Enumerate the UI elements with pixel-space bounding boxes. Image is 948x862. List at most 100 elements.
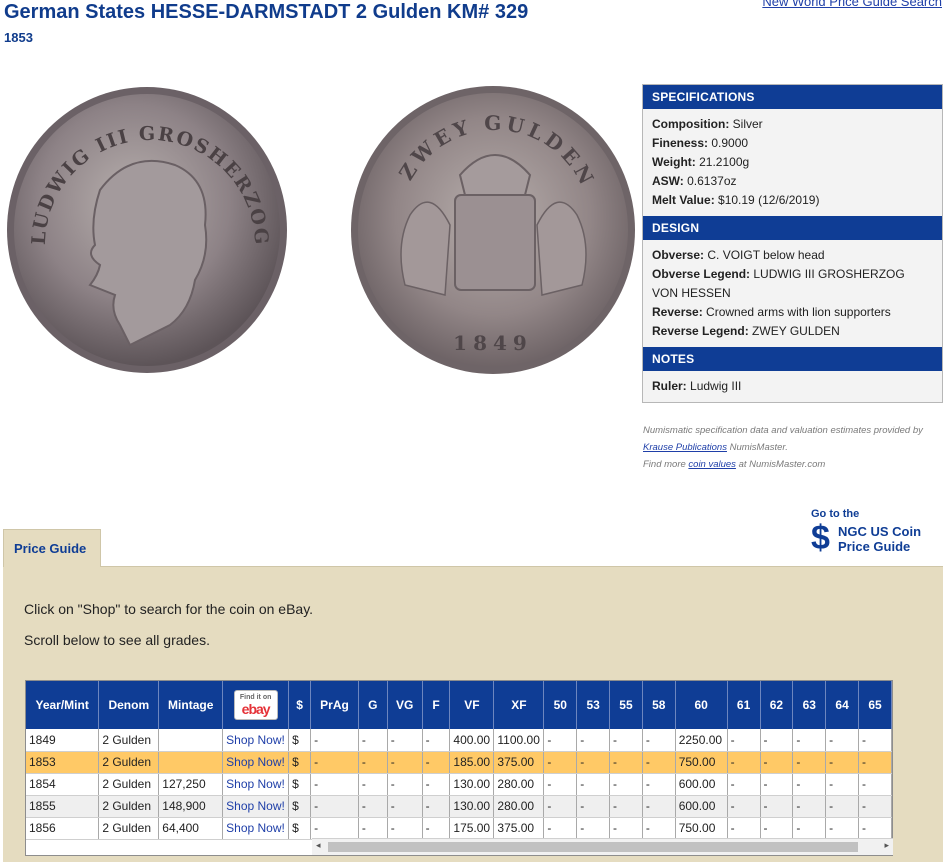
- spec-value: $10.19 (12/6/2019): [718, 193, 820, 207]
- table-cell: 175.00: [449, 817, 495, 840]
- table-cell: $: [288, 773, 312, 796]
- scroll-left-arrow-icon[interactable]: ◂: [316, 840, 321, 851]
- table-cell: 148,900: [158, 795, 224, 818]
- spec-row: Fineness: 0.9000: [652, 134, 933, 153]
- table-cell: -: [642, 729, 676, 752]
- ngc-price-guide-link[interactable]: Go to the $ NGC US Coin Price Guide: [811, 508, 921, 557]
- spec-label: Weight:: [652, 155, 696, 169]
- table-cell: -: [543, 817, 578, 840]
- notes-heading: NOTES: [643, 347, 942, 371]
- numismaster-text: NumisMaster.: [726, 442, 788, 453]
- scrollbar-thumb[interactable]: [328, 842, 858, 852]
- price-table-container[interactable]: Year/Mint Denom Mintage Find it on ebay $ PrAg…: [25, 680, 893, 856]
- coin-year: 1853: [4, 30, 33, 45]
- table-cell: -: [576, 751, 611, 774]
- table-cell: 2250.00: [675, 729, 728, 752]
- table-cell: -: [576, 795, 611, 818]
- table-cell: 280.00: [493, 795, 545, 818]
- col-header: 53: [576, 681, 611, 729]
- table-cell: -: [727, 751, 761, 774]
- table-cell: 64,400: [158, 817, 224, 840]
- table-cell: -: [422, 773, 451, 796]
- table-cell: 750.00: [675, 751, 728, 774]
- spec-row: Composition: Silver: [652, 115, 933, 134]
- spec-label: ASW:: [652, 174, 684, 188]
- design-body: Obverse: C. VOIGT below head Obverse Lege…: [643, 240, 942, 347]
- col-header: Denom: [98, 681, 160, 729]
- table-row: 1855 2 Gulden 148,900 Shop Now! $ - - - -130.00 2…: [26, 795, 892, 818]
- design-label: Reverse Legend:: [652, 324, 749, 338]
- design-label: Reverse:: [652, 305, 703, 319]
- scroll-right-arrow-icon[interactable]: ▸: [884, 840, 889, 851]
- design-row: Reverse Legend: ZWEY GULDEN: [652, 322, 933, 341]
- shop-now-link[interactable]: Shop Now!: [222, 817, 290, 840]
- table-cell: -: [642, 817, 676, 840]
- krause-publications-link[interactable]: Krause Publications: [643, 442, 727, 453]
- col-header: VF: [449, 681, 495, 729]
- table-cell: -: [792, 795, 827, 818]
- col-header: $: [288, 681, 312, 729]
- coin-obverse-image[interactable]: LUDWIG III GROSHERZOG VON HESSEN: [5, 85, 289, 375]
- table-cell: 375.00: [493, 751, 545, 774]
- table-cell: 1856: [26, 817, 100, 840]
- spec-label: Composition:: [652, 117, 730, 131]
- table-cell: [158, 729, 224, 752]
- col-header: VG: [387, 681, 423, 729]
- table-cell: -: [358, 817, 388, 840]
- table-cell: -: [576, 817, 611, 840]
- spec-value: 0.9000: [711, 136, 749, 150]
- table-row: 1849 2 Gulden Shop Now! $ - - - -400.00 1100.00-…: [26, 729, 892, 752]
- table-cell: 127,250: [158, 773, 224, 796]
- data-credit: Numismatic specification data and valuat…: [643, 422, 943, 473]
- table-cell: 130.00: [449, 795, 495, 818]
- specifications-panel: SPECIFICATIONS Composition: Silver Finene…: [642, 84, 943, 403]
- table-cell: -: [609, 773, 643, 796]
- shop-now-link[interactable]: Shop Now!: [222, 751, 290, 774]
- table-cell: $: [288, 795, 312, 818]
- shop-now-link[interactable]: Shop Now!: [222, 795, 290, 818]
- coin-reverse-image[interactable]: ZWEY GULDEN 1849: [350, 85, 637, 375]
- col-header: 61: [727, 681, 761, 729]
- spec-label: Melt Value:: [652, 193, 715, 207]
- shop-now-link[interactable]: Shop Now!: [222, 729, 290, 752]
- spec-row: ASW: 0.6137oz: [652, 172, 933, 191]
- horizontal-scrollbar[interactable]: ◂ ▸: [312, 838, 893, 855]
- table-cell: -: [543, 751, 578, 774]
- spec-label: Fineness:: [652, 136, 709, 150]
- table-cell: -: [422, 817, 451, 840]
- table-cell: 1100.00: [493, 729, 545, 752]
- tab-price-guide[interactable]: Price Guide: [3, 529, 101, 567]
- col-header-ebay: Find it on ebay: [222, 681, 290, 729]
- shop-now-link[interactable]: Shop Now!: [222, 773, 290, 796]
- table-cell: -: [387, 795, 423, 818]
- notes-body: Ruler: Ludwig III: [643, 371, 942, 402]
- table-cell: 600.00: [675, 773, 728, 796]
- table-cell: 1854: [26, 773, 100, 796]
- table-cell: 185.00: [449, 751, 495, 774]
- design-value: C. VOIGT below head: [707, 248, 825, 262]
- table-cell: -: [858, 795, 892, 818]
- table-cell: -: [609, 729, 643, 752]
- table-cell: -: [609, 795, 643, 818]
- world-price-guide-search-link[interactable]: New World Price Guide Search: [762, 0, 942, 9]
- table-cell: -: [642, 751, 676, 774]
- table-cell: -: [858, 729, 892, 752]
- col-header: 50: [543, 681, 578, 729]
- table-cell: -: [387, 773, 423, 796]
- table-cell: -: [858, 773, 892, 796]
- table-cell: -: [760, 773, 794, 796]
- table-cell: -: [825, 729, 859, 752]
- table-cell: 375.00: [493, 817, 545, 840]
- table-cell: $: [288, 751, 312, 774]
- coin-values-link[interactable]: coin values: [688, 459, 736, 470]
- table-row: 1853 2 Gulden Shop Now! $ - - - -185.00 375.00- -…: [26, 751, 892, 774]
- ebay-logo-icon: Find it on ebay: [233, 690, 278, 720]
- table-cell: -: [727, 817, 761, 840]
- spec-row: Weight: 21.2100g: [652, 153, 933, 172]
- table-cell: -: [387, 817, 423, 840]
- table-cell: -: [422, 751, 451, 774]
- table-cell: -: [642, 795, 676, 818]
- page-title: German States HESSE-DARMSTADT 2 Gulden K…: [4, 1, 529, 23]
- table-cell: -: [310, 817, 359, 840]
- table-cell: -: [576, 729, 611, 752]
